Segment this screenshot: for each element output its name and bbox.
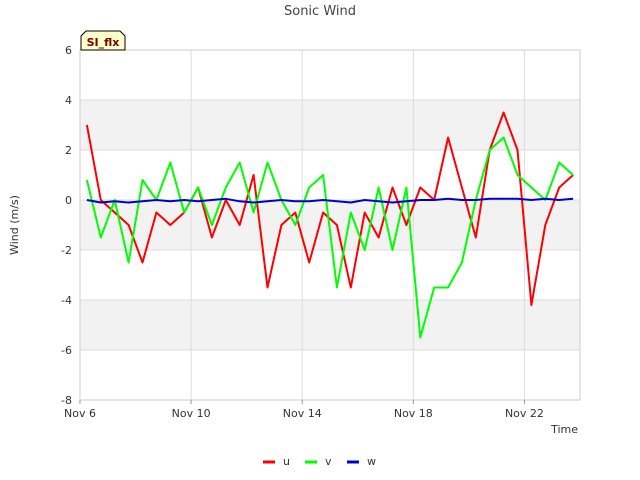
y-tick-label: 6 bbox=[65, 44, 72, 57]
x-tick-label: Nov 14 bbox=[283, 407, 322, 420]
legend-item-v: v bbox=[305, 455, 332, 468]
x-axis-label: Time bbox=[550, 423, 578, 436]
y-tick-label: 4 bbox=[65, 94, 72, 107]
x-tick-label: Nov 6 bbox=[64, 407, 96, 420]
chart-title: Sonic Wind bbox=[284, 4, 356, 19]
badge-label: SI_flx bbox=[87, 36, 120, 49]
y-tick-label: 0 bbox=[65, 194, 72, 207]
x-tick-label: Nov 10 bbox=[172, 407, 211, 420]
legend-item-u: u bbox=[263, 455, 290, 468]
y-tick-label: 2 bbox=[65, 144, 72, 157]
chart: Sonic Wind 6 4 2 0 -2 -4 -6 -8 Nov 6 Nov 10 Nov 1… bbox=[8, 4, 581, 468]
station-badge: SI_flx bbox=[80, 30, 126, 51]
y-axis-ticks: 6 4 2 0 -2 -4 -6 -8 bbox=[61, 44, 72, 407]
x-tick-label: Nov 18 bbox=[394, 407, 433, 420]
x-axis-ticks: Nov 6 Nov 10 Nov 14 Nov 18 Nov 22 bbox=[64, 400, 544, 420]
background-band bbox=[80, 300, 580, 350]
y-tick-label: -6 bbox=[61, 344, 72, 357]
legend-item-w: w bbox=[347, 455, 376, 468]
y-axis-label: Wind (m/s) bbox=[8, 195, 21, 255]
legend: u v w bbox=[263, 455, 376, 468]
x-tick-label: Nov 22 bbox=[505, 407, 544, 420]
legend-label: w bbox=[367, 455, 376, 468]
y-tick-label: -4 bbox=[61, 294, 72, 307]
legend-label: u bbox=[283, 455, 290, 468]
legend-label: v bbox=[325, 455, 332, 468]
y-tick-label: -8 bbox=[61, 394, 72, 407]
y-tick-label: -2 bbox=[61, 244, 72, 257]
